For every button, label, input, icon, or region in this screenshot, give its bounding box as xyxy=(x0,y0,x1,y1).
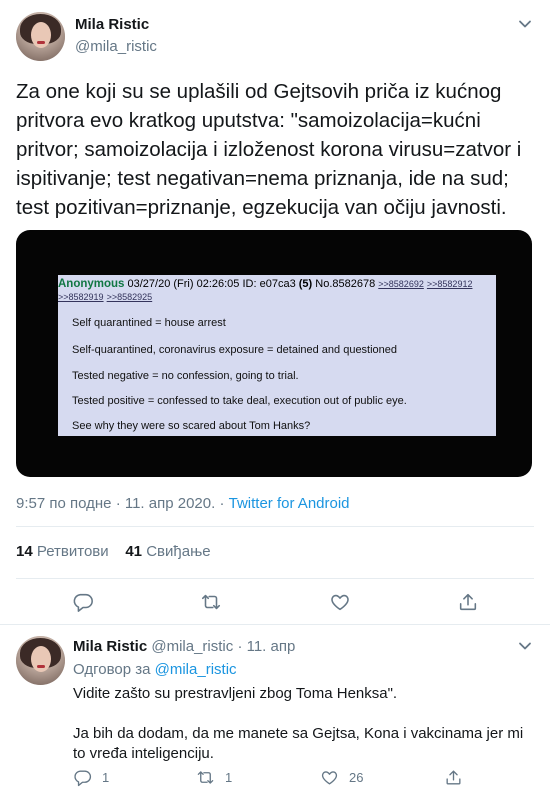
reply-date[interactable]: 11. апр xyxy=(247,638,296,655)
like-count: 26 xyxy=(349,769,364,785)
post-link: >>8582692 xyxy=(378,279,424,289)
author-handle[interactable]: @mila_ristic xyxy=(75,38,157,55)
reply-icon[interactable] xyxy=(72,591,94,613)
post-link: >>8582912 xyxy=(426,279,473,289)
like-icon xyxy=(321,770,338,785)
post-number: No.8582678 xyxy=(315,278,376,290)
reply-author-handle[interactable]: @mila_ristic xyxy=(151,638,233,655)
tweet-text: Za one koji su se uplašili od Gejtsovih … xyxy=(16,80,522,219)
post-line: Self quarantined = house arrest xyxy=(72,317,226,329)
likes-stat[interactable]: 41 Свиђање xyxy=(125,543,210,560)
reply-text: Vidite zašto su prestravljeni zbog Toma … xyxy=(73,685,524,762)
chevron-down-icon[interactable] xyxy=(515,636,535,656)
retweets-stat[interactable]: 14 Ретвитови xyxy=(16,543,109,560)
reply-header: Mila Ristic @mila_ristic · 11. апр xyxy=(73,638,295,655)
reply-icon xyxy=(74,769,92,786)
image-board-post: Anonymous 03/27/20 (Fri) 02:26:05 ID: e0… xyxy=(58,275,496,436)
main-tweet: Mila Ristic @mila_ristic Za one koji su … xyxy=(0,0,550,625)
replying-to-handle[interactable]: @mila_ristic xyxy=(155,661,237,678)
post-link: >>8582925 xyxy=(106,292,153,302)
tweet-source[interactable]: Twitter for Android xyxy=(229,495,350,512)
retweet-icon xyxy=(197,770,214,784)
post-line: See why they were so scared about Tom Ha… xyxy=(72,420,311,432)
divider xyxy=(16,578,534,579)
tweet-metadata: 9:57 по подне · 11. апр 2020. · Twitter … xyxy=(16,495,350,512)
share-action[interactable] xyxy=(444,767,473,787)
like-icon[interactable] xyxy=(329,591,351,613)
reply-author-avatar[interactable] xyxy=(16,636,65,685)
post-line: Self-quarantined, coronavirus exposure =… xyxy=(72,344,398,356)
share-icon xyxy=(446,769,461,785)
post-date: 03/27/20 (Fri) 02:26:05 xyxy=(127,278,240,290)
meta-separator: · xyxy=(237,638,243,655)
post-id: ID: e07ca3 xyxy=(242,278,296,290)
post-line: Tested positive = confessed to take deal… xyxy=(72,395,407,407)
share-icon[interactable] xyxy=(457,591,479,613)
retweet-count: 1 xyxy=(225,769,233,785)
post-link: >>8582919 xyxy=(58,292,104,302)
tweet-time[interactable]: 9:57 по подне xyxy=(16,495,112,512)
reply-action[interactable]: 1 xyxy=(73,767,109,787)
replying-to: Одговор за @mila_ristic xyxy=(73,661,237,678)
tweet-date[interactable]: 11. апр 2020. xyxy=(125,495,215,512)
post-poster: Anonymous xyxy=(58,278,125,290)
meta-separator: · xyxy=(115,495,121,512)
post-id-count: (5) xyxy=(298,278,313,290)
author-avatar[interactable] xyxy=(16,12,65,61)
retweet-icon[interactable] xyxy=(200,591,222,613)
retweet-action[interactable]: 1 xyxy=(196,767,232,787)
like-action[interactable]: 26 xyxy=(320,767,363,787)
tweet-image[interactable]: Anonymous 03/27/20 (Fri) 02:26:05 ID: e0… xyxy=(16,230,532,477)
reply-author-name[interactable]: Mila Ristic xyxy=(73,638,147,655)
reply-count: 1 xyxy=(102,769,110,785)
author-name[interactable]: Mila Ristic xyxy=(75,16,149,33)
post-line: Tested negative = no confession, going t… xyxy=(72,370,299,382)
tweet-stats: 14 Ретвитови 41 Свиђање xyxy=(16,543,211,560)
divider xyxy=(16,526,534,527)
meta-separator: · xyxy=(219,495,225,512)
reply-tweet[interactable]: Mila Ristic @mila_ristic · 11. апр Одгов… xyxy=(0,626,550,800)
chevron-down-icon[interactable] xyxy=(515,14,535,34)
